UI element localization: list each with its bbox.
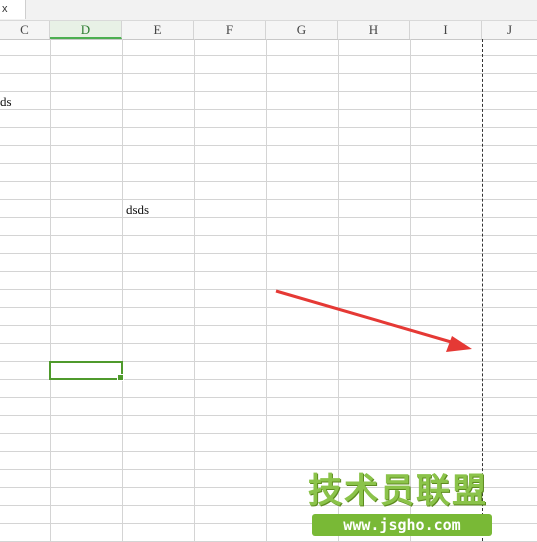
watermark-url: www.jsgho.com — [312, 514, 492, 536]
red-arrow-annotation — [275, 289, 472, 352]
watermark-logo: 技术员联盟 www.jsgho.com — [308, 470, 494, 540]
watermark-title: 技术员联盟 — [308, 471, 488, 511]
